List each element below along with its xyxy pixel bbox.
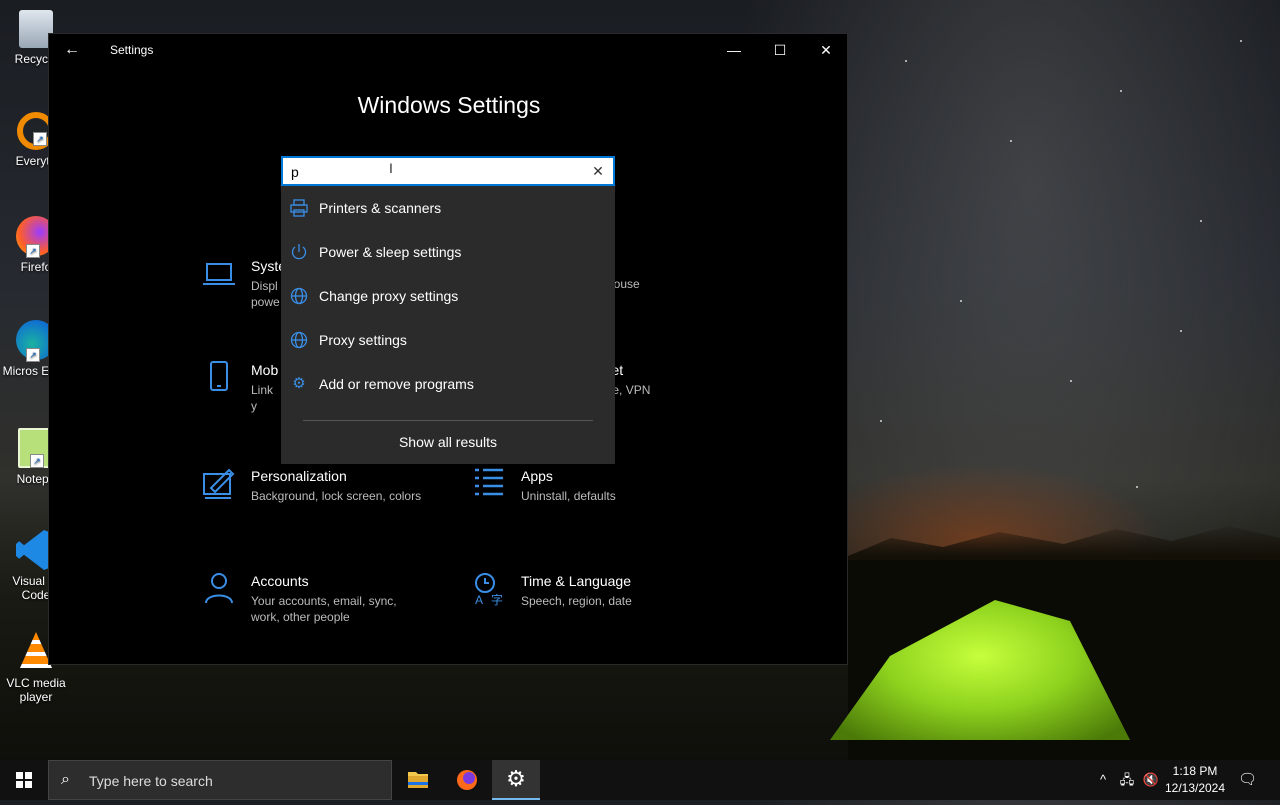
close-button[interactable]: ✕ [803,34,849,66]
category-description: Speech, region, date [521,594,632,608]
desktop-icon-label: VLC media player [6,676,66,704]
category-title: Personalization [251,468,347,484]
taskbar-search-box[interactable]: ⌕ Type here to search [48,760,392,800]
shortcut-arrow-icon: ↗ [30,454,44,468]
taskbar-file-explorer[interactable] [394,760,442,800]
folder-icon [408,772,428,788]
text-cursor-icon: I [389,160,393,176]
minimize-button[interactable]: — [711,34,757,66]
suggestion-printers[interactable]: Printers & scanners [281,186,615,230]
suggestions-divider [303,420,593,421]
shortcut-arrow-icon: ↗ [26,244,40,258]
suggestion-label: Change proxy settings [319,288,459,304]
category-description: Background, lock screen, colors [251,489,422,503]
suggestion-label: Printers & scanners [319,200,442,216]
suggestion-label: Proxy settings [319,332,407,348]
category-description: Uninstall, defaults [521,489,616,503]
shortcut-arrow-icon: ↗ [33,132,47,146]
clock[interactable]: 1:18 PM 12/13/2024 [1160,763,1230,797]
page-title: Windows Settings [357,92,541,118]
clear-search-button[interactable]: ✕ [589,162,607,180]
clock-date: 12/13/2024 [1164,781,1226,795]
personalization-icon [203,468,235,499]
svg-text:字: 字 [491,592,503,607]
power-icon [291,244,307,260]
windows-logo-icon [16,772,32,788]
gear-icon: ⚙ [506,766,526,791]
firefox-icon [457,770,477,790]
globe-icon [290,331,308,349]
network-icon[interactable]: 🖧 [1118,771,1136,789]
chevron-up-icon[interactable]: ^ [1094,771,1112,789]
taskbar-search-placeholder: Type here to search [89,773,213,789]
category-title: Time & Language [521,573,631,589]
category-time-language[interactable]: A 字 Time & Language Speech, region, date [471,571,721,631]
globe-icon [290,287,308,305]
category-title: Mob [251,362,279,378]
category-title: Accounts [251,573,309,589]
start-button[interactable] [0,760,48,800]
shortcut-arrow-icon: ↗ [26,348,40,362]
notifications-icon[interactable]: 🗨 [1238,771,1257,789]
desktop-icon-label: Firefo [20,260,52,274]
settings-window: ← Settings — ☐ ✕ Windows Settings Syste … [48,33,848,665]
laptop-icon [203,263,235,285]
svg-text:A: A [475,593,483,607]
category-description: Displ powe [251,279,280,309]
taskbar-settings[interactable]: ⚙ [492,760,540,800]
person-icon [205,573,233,604]
window-title: Settings [110,43,154,57]
suggestion-label: Add or remove programs [319,376,474,392]
apps-icon [475,468,503,496]
back-arrow-icon: ← [64,41,80,58]
taskbar-firefox[interactable] [443,760,491,800]
category-apps[interactable]: Apps Uninstall, defaults [471,466,721,526]
search-suggestions: Printers & scanners Power & sleep settin… [281,186,615,464]
search-input[interactable] [291,162,581,182]
settings-search-box[interactable]: I ✕ [281,156,615,186]
category-description: , mouse [597,277,640,291]
suggestion-label: Power & sleep settings [319,244,462,260]
volume-muted-icon[interactable]: 🔇 [1142,771,1160,789]
gear-icon: ⚙ [292,375,306,392]
category-title: Apps [521,468,553,484]
clock-time: 1:18 PM [1172,764,1218,778]
maximize-button[interactable]: ☐ [757,34,803,66]
phone-icon [210,361,228,391]
taskbar: ⌕ Type here to search ⚙ ^ 🖧 🔇 1:18 PM 12… [0,760,1280,800]
time-language-icon: A 字 [475,573,503,607]
printer-icon [290,199,308,217]
show-all-results-link[interactable]: Show all results [281,434,615,450]
suggestion-power-sleep[interactable]: Power & sleep settings [281,230,615,274]
suggestion-change-proxy[interactable]: Change proxy settings [281,274,615,318]
category-description: Your accounts, email, sync, work, other … [251,594,397,624]
category-description: Link y [251,383,274,413]
suggestion-proxy-settings[interactable]: Proxy settings [281,318,615,362]
category-accounts[interactable]: Accounts Your accounts, email, sync, wor… [201,571,451,631]
category-description: ode, VPN [599,383,651,397]
back-button[interactable]: ← [59,38,85,62]
category-personalization[interactable]: Personalization Background, lock screen,… [201,466,451,526]
search-icon: ⌕ [61,771,70,788]
suggestion-add-remove-programs[interactable]: ⚙ Add or remove programs [281,362,615,406]
title-bar: ← Settings — ☐ ✕ [49,34,847,66]
